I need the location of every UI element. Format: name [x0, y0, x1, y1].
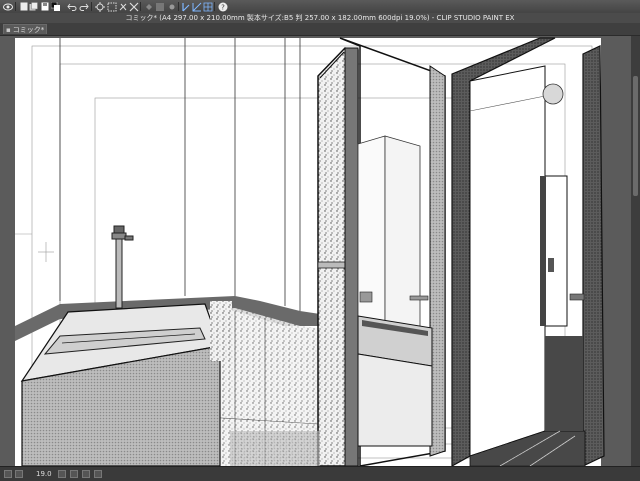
glass-door	[317, 47, 359, 466]
zoom-value[interactable]: 19.0	[36, 470, 52, 478]
clear-icon[interactable]	[128, 1, 139, 12]
undo-icon[interactable]	[66, 1, 77, 12]
snap-ruler-icon[interactable]	[191, 1, 202, 12]
rotate-left-icon[interactable]	[82, 470, 90, 478]
artwork	[15, 37, 605, 466]
fill-icon[interactable]	[143, 1, 154, 12]
zoom-out-icon[interactable]	[15, 470, 23, 478]
save-icon[interactable]	[39, 1, 50, 12]
zoom-in-icon[interactable]	[58, 470, 66, 478]
floor-shadow	[230, 431, 320, 466]
svg-text:?: ?	[221, 3, 225, 11]
document-tab-bar: ▪ コミック*	[0, 23, 640, 36]
vertical-scrollbar[interactable]	[631, 36, 640, 466]
tab-comic[interactable]: ▪ コミック*	[3, 24, 47, 34]
open-file-icon[interactable]	[28, 1, 39, 12]
pattern-icon[interactable]	[154, 1, 165, 12]
snap-icon[interactable]	[180, 1, 191, 12]
cut-icon[interactable]	[117, 1, 128, 12]
tab-label: コミック*	[12, 25, 45, 34]
view-icon[interactable]	[2, 1, 13, 12]
command-bar: ?	[0, 0, 640, 14]
rotate-right-icon[interactable]	[94, 470, 102, 478]
scrollbar-thumb[interactable]	[633, 76, 638, 196]
redo-icon[interactable]	[78, 1, 89, 12]
window-title: コミック* (A4 297.00 x 210.00mm 製本サイズ:B5 判 2…	[0, 13, 640, 23]
transform-icon[interactable]	[94, 1, 105, 12]
close-tab-icon[interactable]: ▪	[6, 25, 11, 35]
move-icon[interactable]	[106, 1, 117, 12]
canvas[interactable]	[0, 36, 640, 466]
status-bar: 19.0	[0, 466, 640, 481]
fit-page-icon[interactable]	[70, 470, 78, 478]
navigator-toggle-icon[interactable]	[4, 470, 12, 478]
color-swatch-icon[interactable]	[50, 1, 61, 12]
hall-doorway	[451, 37, 556, 466]
ruler-icon[interactable]	[166, 1, 177, 12]
help-icon[interactable]: ?	[217, 1, 228, 12]
grid-icon[interactable]	[202, 1, 213, 12]
